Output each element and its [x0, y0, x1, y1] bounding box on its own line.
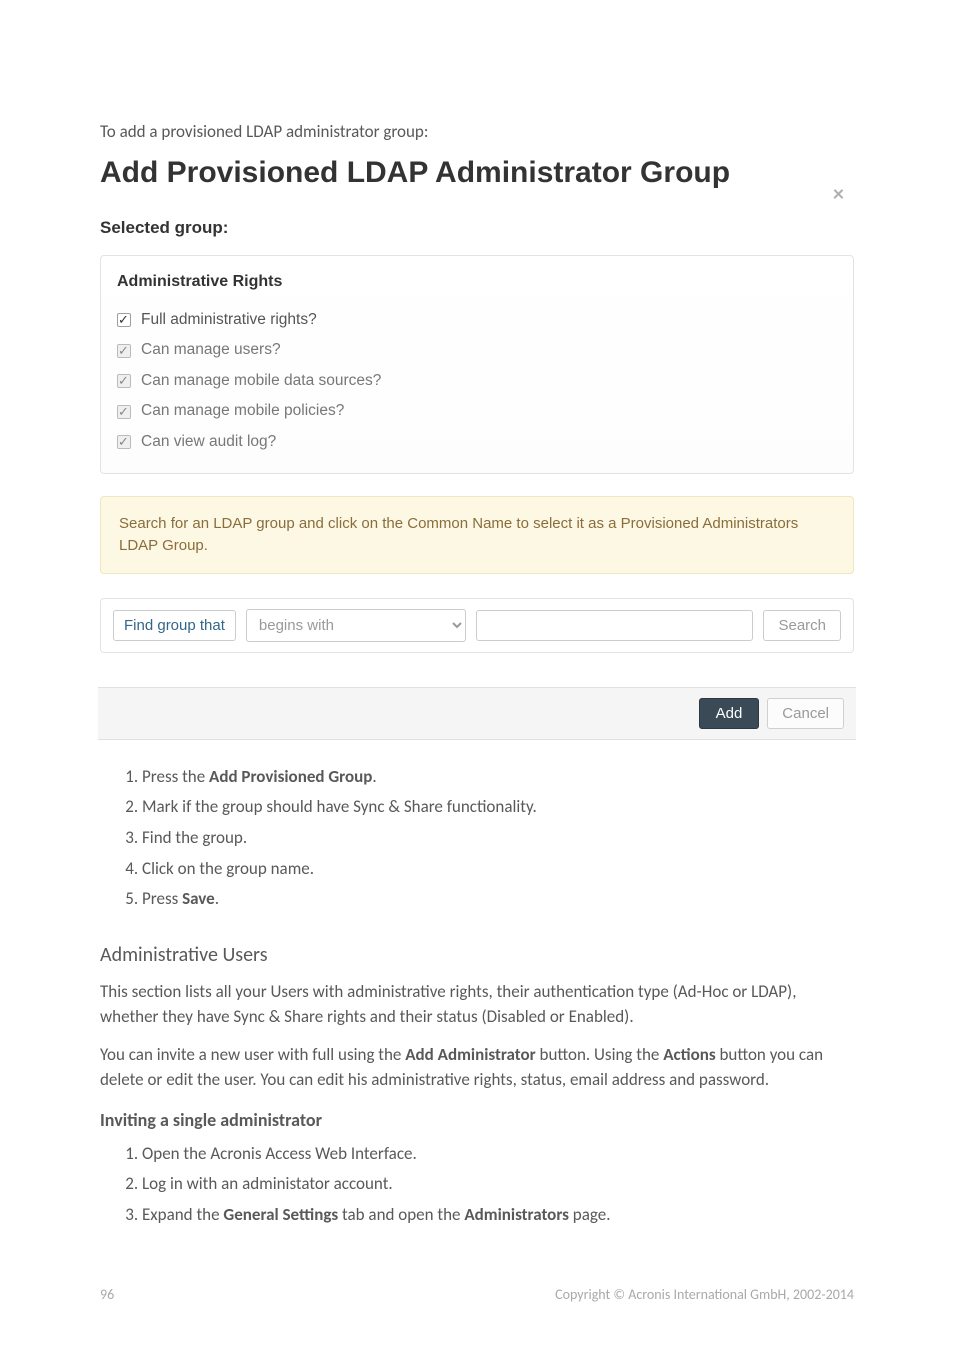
- modal-title: Add Provisioned LDAP Administrator Group: [100, 151, 854, 195]
- add-button[interactable]: Add: [699, 698, 760, 729]
- checkbox-full-admin[interactable]: [117, 313, 131, 327]
- admin-rights-panel: Administrative Rights Full administrativ…: [100, 255, 854, 475]
- admin-users-p1: This section lists all your Users with a…: [100, 980, 854, 1029]
- cancel-button[interactable]: Cancel: [767, 698, 844, 729]
- checkbox-view-audit-log: [117, 435, 131, 449]
- right-manage-users: Can manage users?: [117, 335, 837, 365]
- list-item: Press the Add Provisioned Group.: [142, 762, 854, 793]
- close-icon[interactable]: ×: [833, 178, 844, 210]
- admin-users-heading: Administrative Users: [100, 941, 854, 970]
- list-item: Expand the General Settings tab and open…: [142, 1200, 854, 1231]
- find-group-button[interactable]: Find group that: [113, 610, 236, 641]
- list-item: Click on the group name.: [142, 854, 854, 885]
- modal-footer: Add Cancel: [98, 687, 856, 740]
- right-label: Can manage mobile policies?: [141, 400, 344, 422]
- right-manage-mobile-data: Can manage mobile data sources?: [117, 366, 837, 396]
- right-manage-mobile-policies: Can manage mobile policies?: [117, 396, 837, 426]
- criteria-select[interactable]: begins with: [246, 609, 466, 642]
- list-item: Log in with an administator account.: [142, 1169, 854, 1200]
- copyright: Copyright © Acronis International GmbH, …: [555, 1285, 854, 1305]
- steps-list-1: Press the Add Provisioned Group. Mark if…: [100, 762, 854, 915]
- list-item: Mark if the group should have Sync & Sha…: [142, 792, 854, 823]
- page-footer: 96 Copyright © Acronis International Gmb…: [100, 1285, 854, 1305]
- selected-group-label: Selected group:: [100, 216, 854, 241]
- right-label: Can view audit log?: [141, 431, 276, 453]
- right-full-admin: Full administrative rights?: [117, 305, 837, 335]
- search-button[interactable]: Search: [763, 610, 841, 641]
- search-panel: Find group that begins with Search: [100, 598, 854, 653]
- right-label: Can manage mobile data sources?: [141, 370, 381, 392]
- list-item: Find the group.: [142, 823, 854, 854]
- intro-text: To add a provisioned LDAP administrator …: [100, 120, 854, 145]
- list-item: Press Save.: [142, 884, 854, 915]
- inviting-heading: Inviting a single administrator: [100, 1107, 854, 1133]
- checkbox-manage-mobile-data: [117, 374, 131, 388]
- info-box: Search for an LDAP group and click on th…: [100, 496, 854, 574]
- page-number: 96: [100, 1285, 114, 1305]
- checkbox-manage-mobile-policies: [117, 405, 131, 419]
- list-item: Open the Acronis Access Web Interface.: [142, 1139, 854, 1170]
- checkbox-manage-users: [117, 344, 131, 358]
- admin-users-p2: You can invite a new user with full usin…: [100, 1043, 854, 1092]
- modal-body: Selected group: Administrative Rights Fu…: [100, 216, 854, 740]
- steps-list-2: Open the Acronis Access Web Interface. L…: [100, 1139, 854, 1231]
- search-input[interactable]: [476, 610, 754, 641]
- right-view-audit-log: Can view audit log?: [117, 427, 837, 457]
- right-label: Full administrative rights?: [141, 309, 317, 331]
- right-label: Can manage users?: [141, 339, 281, 361]
- admin-rights-title: Administrative Rights: [117, 270, 837, 293]
